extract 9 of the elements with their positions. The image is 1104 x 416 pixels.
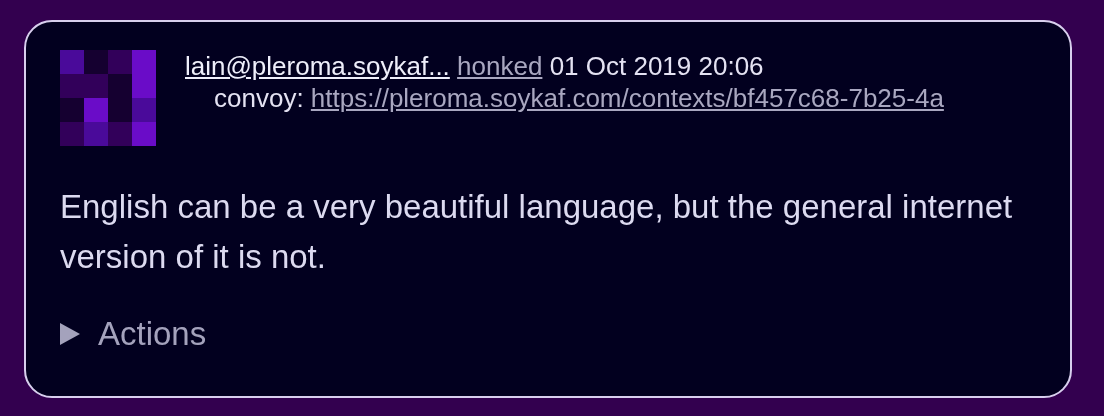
post-date: 01 Oct 2019 20:06 xyxy=(549,51,764,81)
avatar-icon xyxy=(60,50,156,146)
caret-right-icon xyxy=(60,323,80,345)
convoy-label: convoy: xyxy=(214,83,304,113)
convoy-link[interactable]: https://pleroma.soykaf.com/contexts/bf457c68-7b25-4a xyxy=(310,83,944,113)
actions-toggle[interactable]: Actions xyxy=(60,314,207,354)
post-content: English can be a very beautiful language, but the general internet version of it is not. xyxy=(60,187,1014,277)
honked-link[interactable]: honked xyxy=(457,51,543,81)
author-link[interactable]: lain@pleroma.soykaf... xyxy=(185,51,450,81)
